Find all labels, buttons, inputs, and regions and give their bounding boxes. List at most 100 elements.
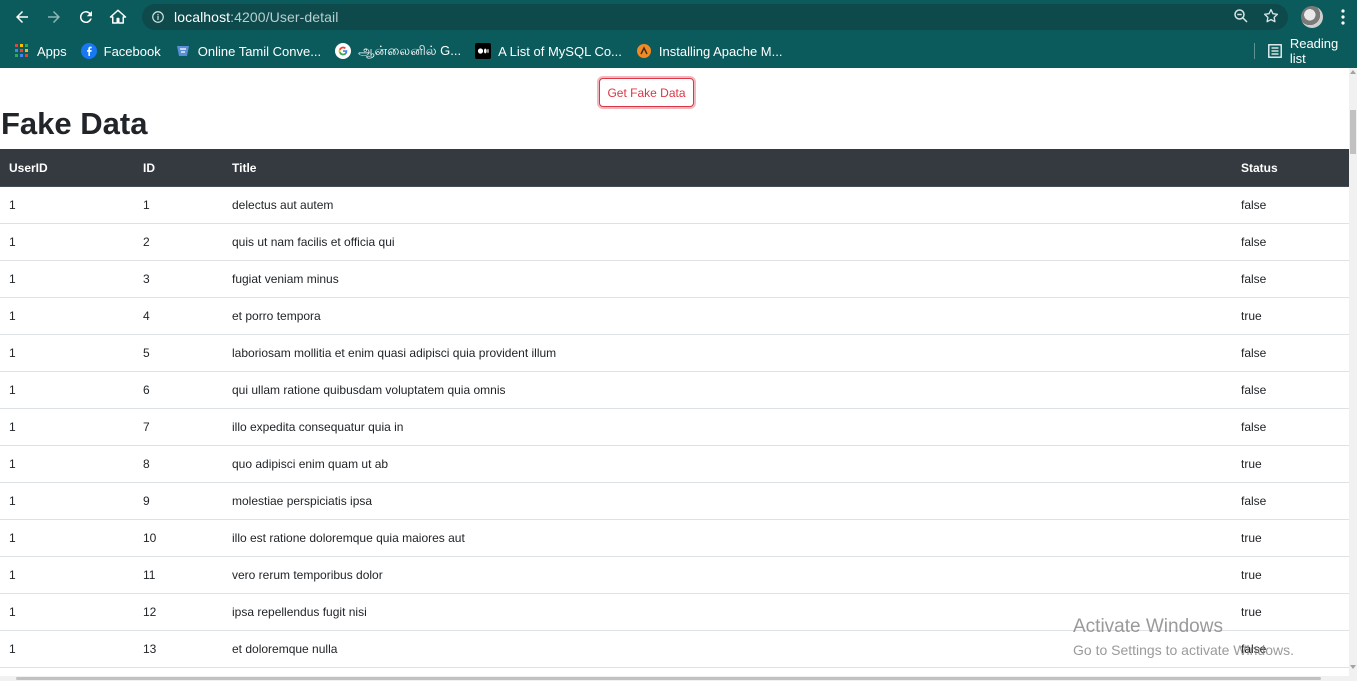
address-bar[interactable]: localhost:4200/User-detail bbox=[142, 4, 1288, 30]
cell-id: 8 bbox=[134, 445, 223, 483]
bookmark-apps[interactable]: Apps bbox=[14, 34, 67, 68]
table-row: 1 13 et doloremque nulla false bbox=[0, 630, 1349, 668]
cell-status: false bbox=[1232, 334, 1349, 372]
reading-list-button[interactable]: Reading list bbox=[1267, 34, 1357, 68]
tamil-converter-icon bbox=[175, 43, 191, 59]
cell-title: illo est ratione doloremque quia maiores… bbox=[223, 519, 1232, 557]
table-row: 1 6 qui ullam ratione quibusdam voluptatem… bbox=[0, 371, 1349, 409]
reload-button[interactable] bbox=[70, 0, 102, 34]
cell-userid: 1 bbox=[0, 408, 134, 446]
reload-icon bbox=[79, 11, 92, 24]
table-row: 1 3 fugiat veniam minus false bbox=[0, 260, 1349, 298]
google-icon bbox=[335, 43, 352, 59]
cell-id: 5 bbox=[134, 334, 223, 372]
cell-title: quis ut nam facilis et officia qui bbox=[223, 223, 1232, 261]
header-title[interactable]: Title bbox=[223, 149, 1232, 187]
header-id[interactable]: ID bbox=[134, 149, 223, 187]
cell-title: quo adipisci enim quam ut ab bbox=[223, 445, 1232, 483]
cell-userid: 1 bbox=[0, 556, 134, 594]
menu-dots-icon[interactable] bbox=[1337, 8, 1349, 26]
get-fake-data-button[interactable]: Get Fake Data bbox=[599, 78, 694, 107]
cell-id: 13 bbox=[134, 630, 223, 668]
arrow-left-icon bbox=[16, 11, 28, 23]
scroll-thumb[interactable] bbox=[16, 677, 1321, 680]
cell-title: vero rerum temporibus dolor bbox=[223, 556, 1232, 594]
facebook-icon bbox=[80, 43, 97, 59]
page-title: Fake Data bbox=[1, 106, 148, 141]
cell-title: et porro tempora bbox=[223, 297, 1232, 335]
cell-status: true bbox=[1232, 593, 1349, 631]
info-icon[interactable] bbox=[151, 10, 165, 24]
profile-avatar[interactable] bbox=[1301, 6, 1323, 28]
header-userid[interactable]: UserID bbox=[0, 149, 134, 187]
table-row: 1 8 quo adipisci enim quam ut ab true bbox=[0, 445, 1349, 483]
bookmark-label: Apps bbox=[37, 43, 67, 59]
home-button[interactable] bbox=[102, 0, 134, 34]
bookmark-facebook[interactable]: Facebook bbox=[80, 34, 161, 68]
horizontal-scrollbar[interactable] bbox=[0, 676, 1349, 681]
bookmarks-bar: Apps Facebook Online Tamil Conve... ஆன்ல… bbox=[0, 34, 1357, 69]
cell-status: false bbox=[1232, 630, 1349, 668]
header-status[interactable]: Status bbox=[1232, 149, 1349, 187]
vertical-scrollbar[interactable] bbox=[1349, 68, 1357, 681]
scroll-thumb[interactable] bbox=[1350, 110, 1356, 154]
table-row: 1 7 illo expedita consequatur quia in false bbox=[0, 408, 1349, 446]
cell-id: 9 bbox=[134, 482, 223, 520]
bookmark-label: Installing Apache M... bbox=[658, 43, 783, 59]
table-header-row: UserID ID Title Status bbox=[0, 149, 1349, 187]
scroll-down-arrow-icon[interactable] bbox=[1350, 665, 1356, 669]
cell-userid: 1 bbox=[0, 260, 134, 298]
bookmark-label: Facebook bbox=[103, 43, 161, 59]
reading-list-label: Reading list bbox=[1289, 36, 1339, 66]
table-row: 1 11 vero rerum temporibus dolor true bbox=[0, 556, 1349, 594]
cell-userid: 1 bbox=[0, 482, 134, 520]
cell-id: 12 bbox=[134, 593, 223, 631]
cell-id: 1 bbox=[134, 186, 223, 224]
cell-id: 2 bbox=[134, 223, 223, 261]
cell-title: ipsa repellendus fugit nisi bbox=[223, 593, 1232, 631]
star-icon[interactable] bbox=[1262, 7, 1280, 25]
table-row: 1 12 ipsa repellendus fugit nisi true bbox=[0, 593, 1349, 631]
table-body: 1 1 delectus aut autem false 1 2 quis ut nam f… bbox=[0, 186, 1349, 668]
cell-userid: 1 bbox=[0, 186, 134, 224]
reading-list-icon bbox=[1267, 43, 1283, 59]
cell-id: 3 bbox=[134, 260, 223, 298]
bookmark-mysql-list[interactable]: A List of MySQL Co... bbox=[475, 34, 622, 68]
bookmark-apache[interactable]: Installing Apache M... bbox=[636, 34, 783, 68]
apps-grid-icon bbox=[14, 43, 30, 59]
back-button[interactable] bbox=[6, 0, 38, 34]
url-text[interactable]: localhost:4200/User-detail bbox=[174, 9, 338, 25]
cell-status: true bbox=[1232, 297, 1349, 335]
cell-title: delectus aut autem bbox=[223, 186, 1232, 224]
bookmark-tamil-converter[interactable]: Online Tamil Conve... bbox=[175, 34, 321, 68]
cell-userid: 1 bbox=[0, 630, 134, 668]
bookmarks-separator bbox=[1254, 43, 1255, 59]
table-row: 1 1 delectus aut autem false bbox=[0, 186, 1349, 224]
page-content: Get Fake Data Fake Data UserID ID Title … bbox=[0, 68, 1349, 676]
table-row: 1 2 quis ut nam facilis et officia qui fals… bbox=[0, 223, 1349, 261]
scroll-up-arrow-icon[interactable] bbox=[1350, 70, 1356, 74]
cell-status: false bbox=[1232, 482, 1349, 520]
cell-status: true bbox=[1232, 519, 1349, 557]
forward-button[interactable] bbox=[38, 0, 70, 34]
url-path: :4200/User-detail bbox=[230, 9, 339, 25]
cell-id: 4 bbox=[134, 297, 223, 335]
cell-title: illo expedita consequatur quia in bbox=[223, 408, 1232, 446]
cell-status: false bbox=[1232, 186, 1349, 224]
cell-title: et doloremque nulla bbox=[223, 630, 1232, 668]
cell-status: true bbox=[1232, 556, 1349, 594]
arrow-right-icon bbox=[48, 11, 60, 23]
cell-title: molestiae perspiciatis ipsa bbox=[223, 482, 1232, 520]
bookmark-google-tamil[interactable]: ஆன்லைனில் G... bbox=[335, 34, 461, 68]
cell-userid: 1 bbox=[0, 371, 134, 409]
cell-userid: 1 bbox=[0, 445, 134, 483]
cell-title: fugiat veniam minus bbox=[223, 260, 1232, 298]
data-table: UserID ID Title Status 1 1 delectus aut au… bbox=[0, 149, 1349, 668]
table-row: 1 10 illo est ratione doloremque quia maio… bbox=[0, 519, 1349, 557]
cell-status: false bbox=[1232, 223, 1349, 261]
cell-status: true bbox=[1232, 445, 1349, 483]
zoom-icon[interactable] bbox=[1232, 7, 1250, 25]
table-row: 1 4 et porro tempora true bbox=[0, 297, 1349, 335]
bookmark-label: ஆன்லைனில் G... bbox=[358, 42, 462, 58]
cell-id: 11 bbox=[134, 556, 223, 594]
